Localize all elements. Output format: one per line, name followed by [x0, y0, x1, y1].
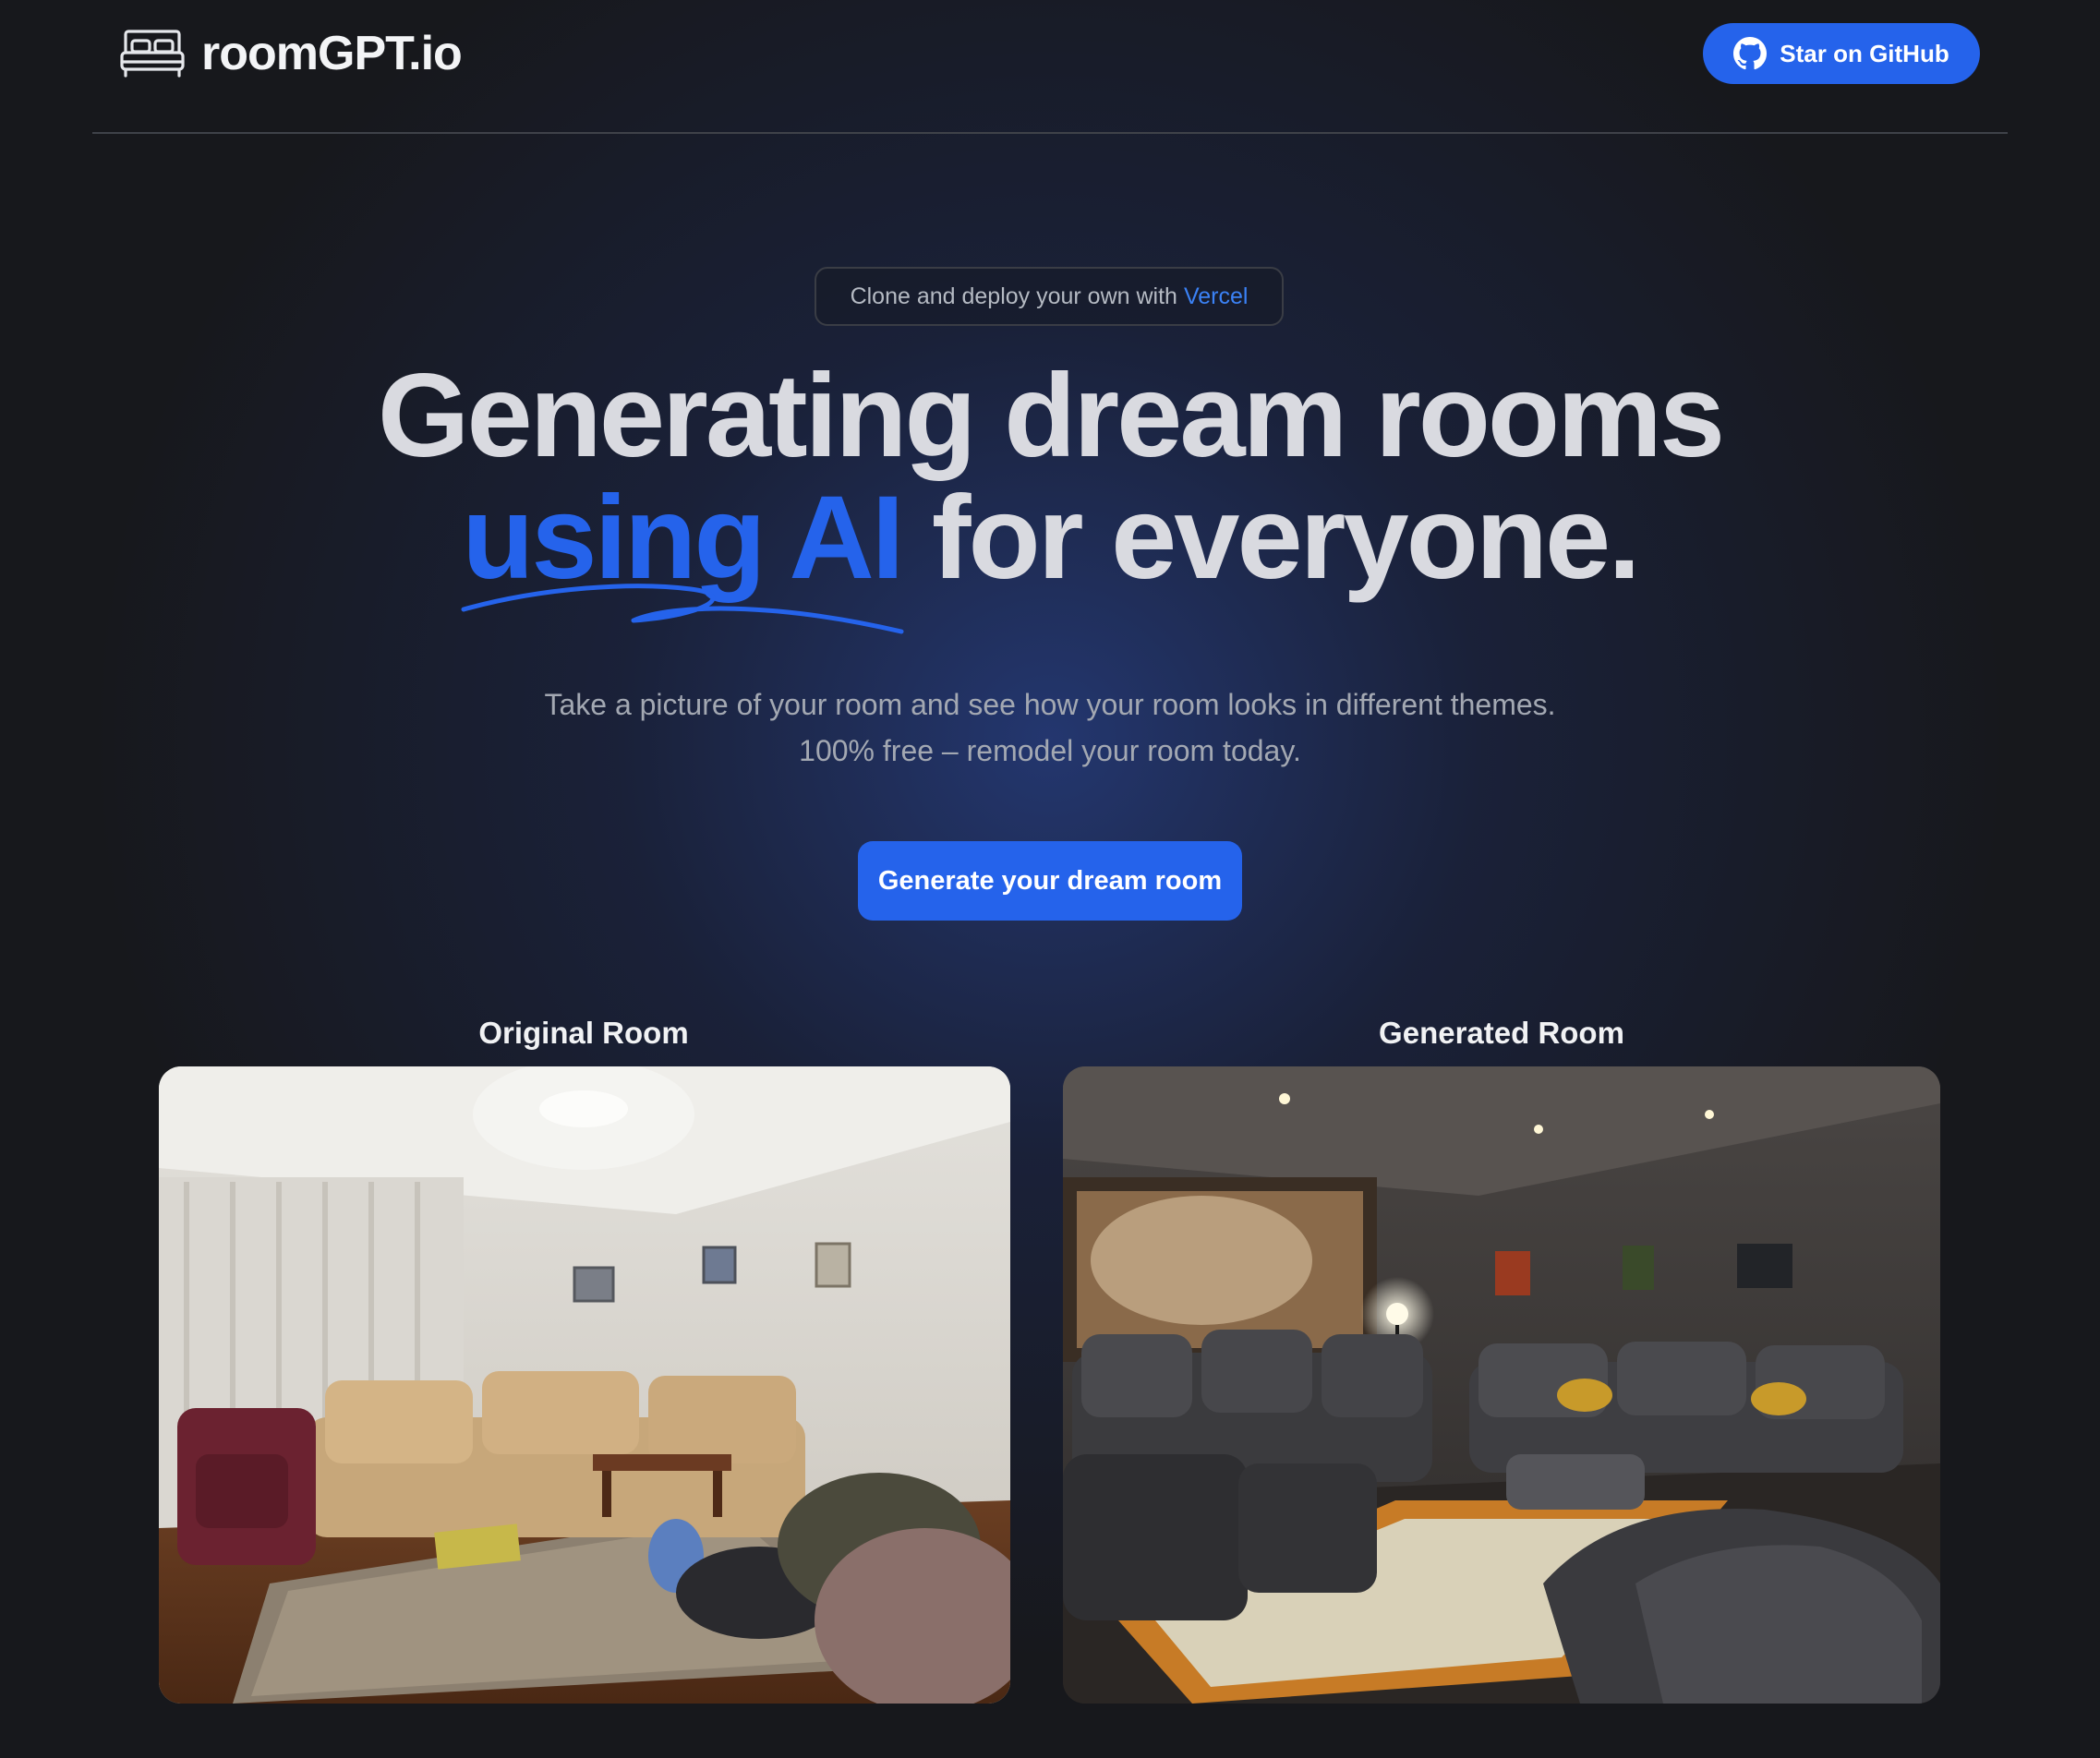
site-header: roomGPT.io Star on GitHub [0, 0, 2100, 132]
github-icon [1733, 37, 1768, 70]
hero-subtext: Take a picture of your room and see how … [544, 688, 1556, 767]
original-room-image [159, 1066, 1010, 1704]
headline-rest: for everyone. [931, 472, 1641, 604]
clone-deploy-pill: Clone and deploy your own with Vercel [815, 267, 1284, 326]
star-on-github-button[interactable]: Star on GitHub [1703, 23, 1980, 84]
star-on-github-label: Star on GitHub [1780, 39, 1949, 67]
bed-icon [120, 29, 185, 78]
original-room-label: Original Room [478, 1016, 689, 1050]
hero-headline: Generating dream rooms using AI for ever… [0, 355, 2100, 599]
generate-dream-room-button[interactable]: Generate your dream room [858, 841, 1242, 921]
pill-text: Clone and deploy your own with [850, 283, 1177, 309]
logo-link[interactable]: roomGPT.io [120, 26, 463, 81]
header-divider [92, 132, 2008, 134]
vercel-link[interactable]: Vercel [1184, 283, 1248, 310]
headline-line-1: Generating dream rooms [377, 350, 1725, 482]
generated-room-image [1063, 1066, 1940, 1704]
logo-text: roomGPT.io [201, 27, 463, 80]
generated-room-label: Generated Room [1379, 1016, 1624, 1050]
scribble-underline [461, 584, 904, 634]
